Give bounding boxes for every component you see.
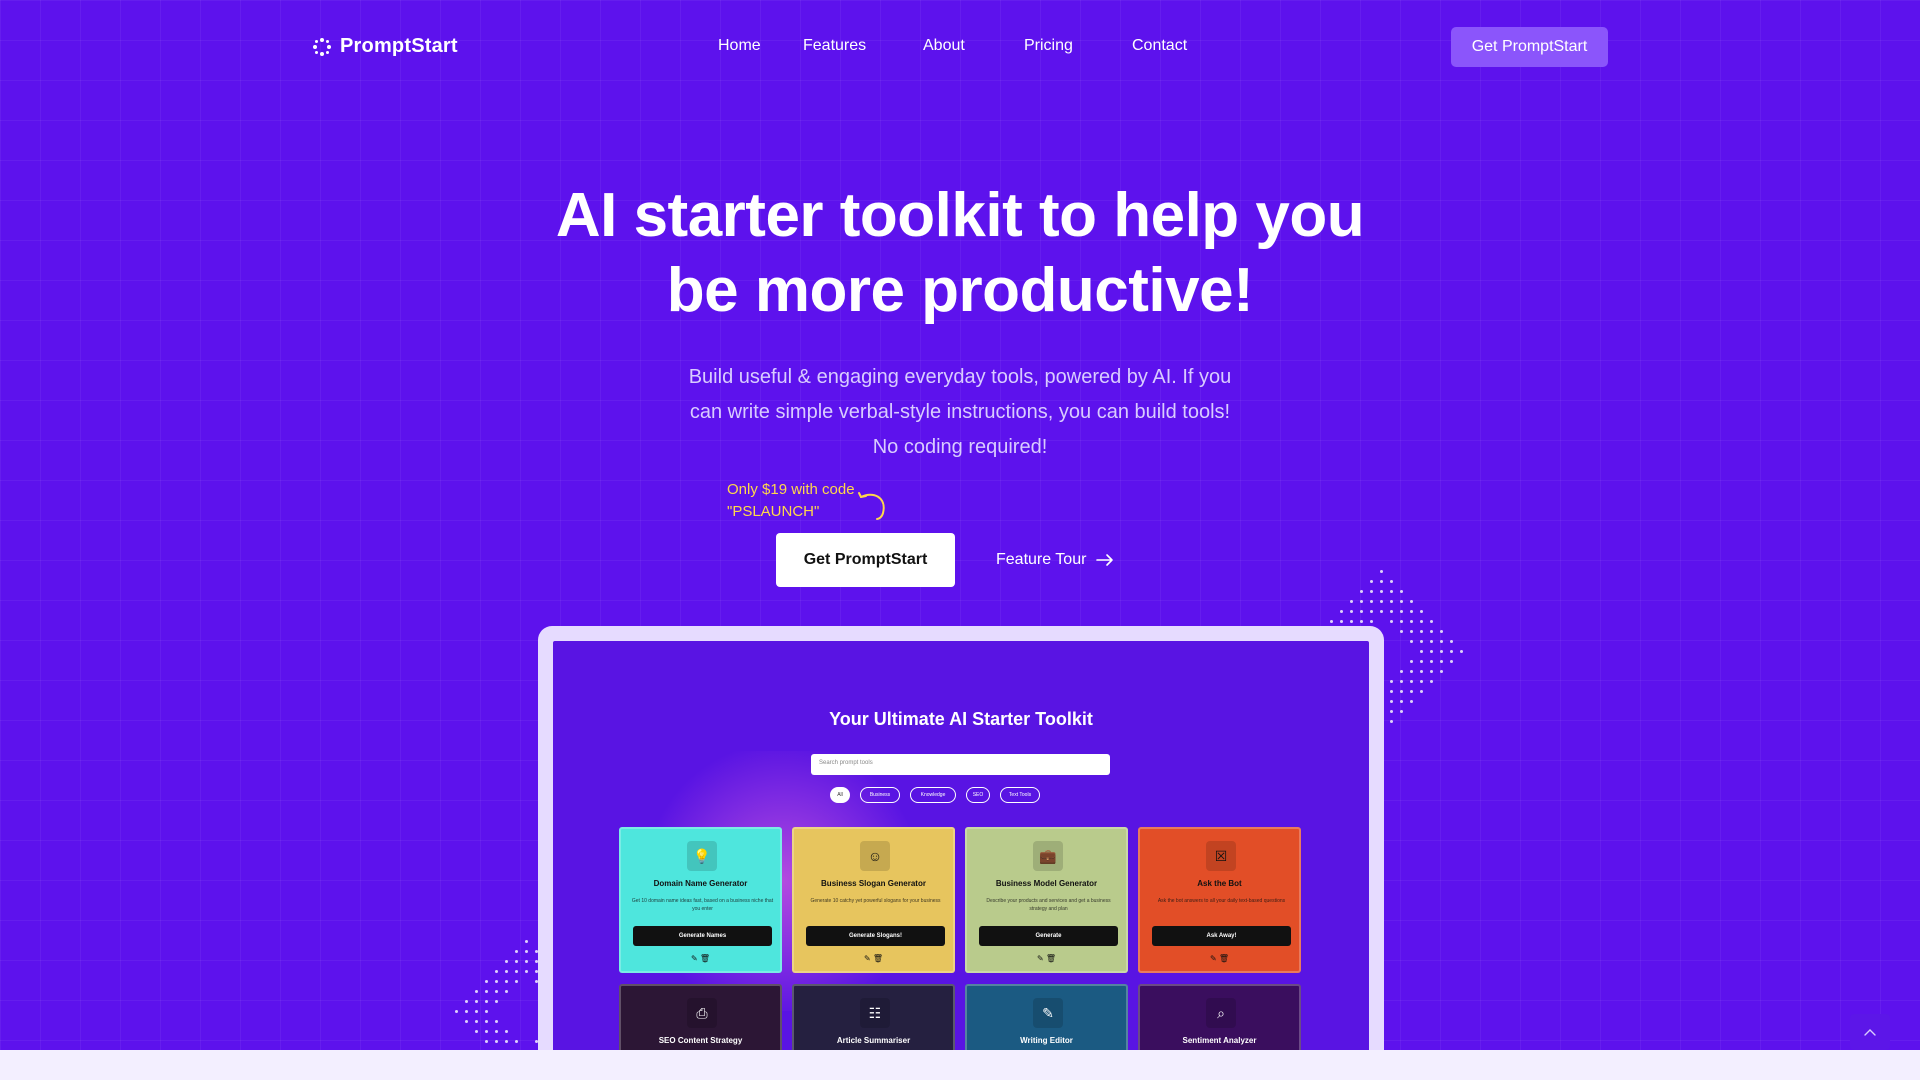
- tool-card[interactable]: ☒ Ask the Bot Ask the bot answers to all y…: [1138, 827, 1301, 973]
- brand-name: PromptStart: [340, 35, 458, 57]
- document-icon: ☷: [860, 998, 890, 1028]
- nav-links: Home Features About Pricing Contact: [718, 37, 1187, 55]
- edit-icon[interactable]: ✎: [1210, 954, 1219, 963]
- tool-card-button[interactable]: Generate Slogans!: [806, 926, 945, 946]
- hero-title: AI starter toolkit to help you be more p…: [460, 178, 1460, 328]
- trash-icon[interactable]: 🗑: [1219, 954, 1229, 963]
- tool-card-description: Get 10 domain name ideas fast, based on …: [631, 898, 774, 912]
- app-preview-frame: Your Ultimate AI Starter Toolkit Search …: [538, 626, 1384, 1080]
- lightbulb-icon: 💡: [687, 841, 717, 871]
- trash-icon[interactable]: 🗑: [1046, 954, 1056, 963]
- nav-link-pricing[interactable]: Pricing: [1024, 37, 1132, 55]
- hero-subtitle-line3: No coding required!: [872, 436, 1048, 458]
- tool-card-description: Ask the bot answers to all your daily te…: [1157, 898, 1286, 904]
- tool-card[interactable]: 💡 Domain Name Generator Get 10 domain name…: [619, 827, 782, 973]
- edit-icon[interactable]: ✎: [691, 954, 700, 963]
- nav-get-promptstart-button[interactable]: Get PromptStart: [1451, 27, 1608, 67]
- nav-link-home[interactable]: Home: [718, 37, 802, 55]
- tool-card-actions: ✎ 🗑: [1140, 954, 1299, 963]
- tool-card-title: Article Summariser: [836, 1036, 911, 1045]
- tool-card-button[interactable]: Ask Away!: [1152, 926, 1291, 946]
- tool-card-title: Business Slogan Generator: [821, 879, 926, 888]
- nav-link-contact[interactable]: Contact: [1132, 37, 1187, 55]
- promo-line1: Only $19 with code: [727, 481, 855, 498]
- preview-title: Your Ultimate AI Starter Toolkit: [829, 709, 1093, 729]
- briefcase-icon: 💼: [1033, 841, 1063, 871]
- tool-card-title: SEO Content Strategy: [658, 1036, 743, 1045]
- edit-icon[interactable]: ✎: [864, 954, 873, 963]
- tool-card-actions: ✎ 🗑: [967, 954, 1126, 963]
- filter-chip-text-tools[interactable]: Text Tools: [1000, 787, 1040, 803]
- preview-search-input[interactable]: Search prompt tools: [811, 754, 1110, 775]
- hero-title-line2: be more productive!: [666, 256, 1254, 325]
- tool-card-title: Ask the Bot: [1197, 879, 1242, 888]
- next-section-edge: [0, 1050, 1920, 1080]
- tool-card-title: Domain Name Generator: [653, 879, 748, 888]
- tool-card-description: Generate 10 catchy yet powerful slogans …: [810, 898, 941, 904]
- hero-subtitle-line2: can write simple verbal-style instructio…: [689, 401, 1231, 423]
- tool-card-button[interactable]: Generate: [979, 926, 1118, 946]
- hero-get-promptstart-button[interactable]: Get PromptStart: [776, 533, 955, 587]
- trash-icon[interactable]: 🗑: [700, 954, 710, 963]
- filter-chip-business[interactable]: Business: [860, 787, 900, 803]
- edit-icon[interactable]: ✎: [1037, 954, 1046, 963]
- bot-icon: ☒: [1206, 841, 1236, 871]
- curved-arrow-icon: [858, 492, 885, 520]
- sparkle-dots-icon: [313, 37, 331, 56]
- hero-title-line1: AI starter toolkit to help you: [555, 181, 1365, 250]
- top-navigation: PromptStart Home Features About Pricing …: [0, 27, 1920, 67]
- preview-filter-chips: All Business Knowledge SEO Text Tools: [830, 787, 1040, 803]
- nav-link-about[interactable]: About: [923, 37, 1024, 55]
- feature-tour-link[interactable]: Feature Tour: [996, 544, 1114, 576]
- arrow-right-icon: [1096, 554, 1114, 566]
- trash-icon[interactable]: 🗑: [873, 954, 883, 963]
- filter-chip-knowledge[interactable]: Knowledge: [910, 787, 956, 803]
- tool-card-title: Writing Editor: [1020, 1036, 1073, 1045]
- nav-link-features[interactable]: Features: [802, 37, 923, 55]
- scroll-to-top-button[interactable]: [1850, 1014, 1890, 1050]
- decorative-dots-left: [455, 940, 598, 1073]
- filter-chip-seo[interactable]: SEO: [966, 787, 990, 803]
- pen-icon: ✎: [1033, 998, 1063, 1028]
- tool-card[interactable]: ☺ Business Slogan Generator Generate 10 ca…: [792, 827, 955, 973]
- promo-line2: "PSLAUNCH": [727, 503, 820, 520]
- tool-card-title: Business Model Generator: [995, 879, 1098, 888]
- filter-chip-all[interactable]: All: [830, 787, 850, 803]
- feature-tour-label: Feature Tour: [996, 551, 1087, 568]
- tool-card-button[interactable]: Generate Names: [633, 926, 772, 946]
- promo-note: Only $19 with code "PSLAUNCH": [727, 479, 855, 523]
- tool-card-description: Describe your products and services and …: [986, 898, 1111, 912]
- smile-icon: ☺: [860, 841, 890, 871]
- tool-card-actions: ✎ 🗑: [794, 954, 953, 963]
- tool-card[interactable]: 💼 Business Model Generator Describe your p…: [965, 827, 1128, 973]
- chevron-up-icon: [1864, 1029, 1876, 1036]
- search-face-icon: ⌕: [1206, 998, 1236, 1028]
- tool-card-title: Sentiment Analyzer: [1182, 1036, 1257, 1045]
- tool-card-actions: ✎ 🗑: [621, 954, 780, 963]
- hero-subtitle: Build useful & engaging everyday tools, …: [610, 360, 1310, 465]
- hero-subtitle-line1: Build useful & engaging everyday tools, …: [688, 366, 1232, 388]
- app-preview-screen: Your Ultimate AI Starter Toolkit Search …: [553, 641, 1369, 1080]
- brand-logo[interactable]: PromptStart: [313, 35, 458, 58]
- clipboard-search-icon: ⎙: [687, 998, 717, 1028]
